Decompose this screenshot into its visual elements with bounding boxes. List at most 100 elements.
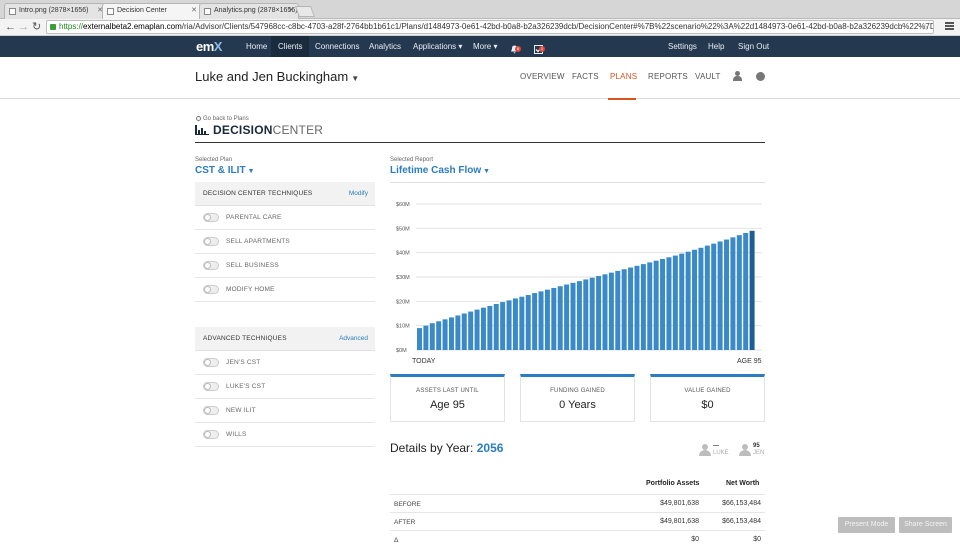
close-tab-icon[interactable]: ✕ [191,4,197,18]
chart-bar[interactable] [608,272,614,350]
toggle-switch[interactable] [203,261,219,270]
chart-bar[interactable] [653,260,659,350]
chart-bar[interactable] [429,323,435,350]
chart-bar[interactable] [576,281,582,350]
address-bar[interactable]: https://externalbeta2.emaplan.com/ria/Ad… [46,20,934,34]
chart-bar[interactable] [621,269,627,350]
chart-bar[interactable] [493,304,499,350]
modify-link[interactable]: Modify [349,190,368,197]
chart-bar[interactable] [468,311,474,350]
plan-selector[interactable]: CST & ILIT ▼ [195,165,255,176]
tasks-check-icon[interactable]: 1 [534,41,545,54]
chart-bar[interactable] [615,270,621,350]
nav-analytics[interactable]: Analytics [362,36,408,57]
chart-bar[interactable] [647,262,653,350]
tab-vault[interactable]: VAULT [695,72,721,81]
nav-applications[interactable]: Applications ▾ [406,36,469,57]
toggle-switch[interactable] [203,237,219,246]
nav-more[interactable]: More ▾ [466,36,504,57]
chart-bar[interactable] [634,265,640,350]
chart-bar[interactable] [557,286,563,350]
browser-menu-icon[interactable] [945,22,954,31]
chart-bar[interactable] [570,282,576,350]
nav-settings[interactable]: Settings [661,36,704,57]
forward-arrow-icon[interactable]: → [18,20,29,34]
report-selector[interactable]: Lifetime Cash Flow ▼ [390,165,490,176]
chart-bar[interactable] [685,251,691,350]
chart-bar[interactable] [749,230,755,350]
chart-bar[interactable] [423,325,429,350]
chart-bar[interactable] [487,305,493,350]
chart-bar[interactable] [455,315,461,350]
emx-logo[interactable]: emX [196,39,222,54]
person-icon[interactable] [733,71,742,81]
chart-bar[interactable] [704,245,710,350]
chart-bar[interactable] [724,239,730,350]
present-mode-button[interactable]: Present Mode [838,517,895,533]
client-name-dropdown[interactable]: Luke and Jen Buckingham ▼ [195,69,359,84]
globe-icon[interactable] [756,72,765,81]
bookmark-star-icon[interactable]: ☆ [921,21,929,33]
nav-help[interactable]: Help [701,36,731,57]
tab-plans[interactable]: PLANS [610,72,637,81]
chart-bar[interactable] [551,287,557,350]
chart-bar[interactable] [736,235,742,350]
chart-bar[interactable] [461,313,467,351]
close-tab-icon[interactable]: ✕ [288,4,294,18]
chart-bar[interactable] [583,279,589,350]
go-back-link[interactable]: Go back to Plans [196,116,249,122]
toggle-switch[interactable] [203,285,219,294]
chart-bar[interactable] [512,298,518,350]
chart-bar[interactable] [602,274,608,350]
back-arrow-icon[interactable]: ← [5,20,16,34]
chart-bar[interactable] [679,253,685,350]
chart-bar[interactable] [538,291,544,350]
tab-facts[interactable]: FACTS [572,72,599,81]
chart-bar[interactable] [717,241,723,350]
chart-bar[interactable] [589,277,595,350]
chart-bar[interactable] [628,267,634,350]
advanced-link[interactable]: Advanced [339,335,368,342]
chart-bar[interactable] [672,255,678,350]
toggle-switch[interactable] [203,382,219,391]
nav-connections[interactable]: Connections [308,36,366,57]
nav-home[interactable]: Home [239,36,274,57]
browser-tab[interactable]: Intro.png (2878×1656) ✕ [4,3,108,19]
toggle-switch[interactable] [203,430,219,439]
details-year[interactable]: 2056 [477,441,504,455]
chart-bar[interactable] [480,307,486,350]
chart-bar[interactable] [698,247,704,350]
tab-overview[interactable]: OVERVIEW [520,72,565,81]
new-tab-button[interactable] [294,6,316,17]
chart-bar[interactable] [711,243,717,350]
chart-bar[interactable] [519,296,525,350]
browser-tab[interactable]: Analytics.png (2878×1656) ✕ [199,3,299,19]
chart-bar[interactable] [417,328,422,350]
chart-bar[interactable] [692,249,698,350]
chart-bar[interactable] [506,300,512,350]
tab-reports[interactable]: REPORTS [648,72,688,81]
chart-bar[interactable] [730,237,736,350]
nav-sign-out[interactable]: Sign Out [731,36,776,57]
chart-bar[interactable] [532,293,538,350]
browser-tab-active[interactable]: Decision Center ✕ [102,3,202,19]
chart-bar[interactable] [640,264,646,350]
chart-bar[interactable] [474,309,480,350]
toggle-switch[interactable] [203,358,219,367]
reload-icon[interactable]: ↻ [32,20,41,34]
chart-bar[interactable] [436,321,442,350]
chart-bar[interactable] [564,284,570,350]
chart-bar[interactable] [442,319,448,350]
chart-bar[interactable] [544,289,550,350]
chart-bar[interactable] [500,302,506,350]
notification-bell-icon[interactable]: 6 [510,41,521,54]
chart-bar[interactable] [525,295,531,350]
chart-bar[interactable] [666,257,672,350]
share-screen-button[interactable]: Share Screen [899,517,952,533]
nav-clients[interactable]: Clients [271,36,310,57]
chart-bar[interactable] [448,317,454,350]
toggle-switch[interactable] [203,406,219,415]
toggle-switch[interactable] [203,213,219,222]
chart-bar[interactable] [743,232,749,350]
chart-bar[interactable] [660,258,666,350]
